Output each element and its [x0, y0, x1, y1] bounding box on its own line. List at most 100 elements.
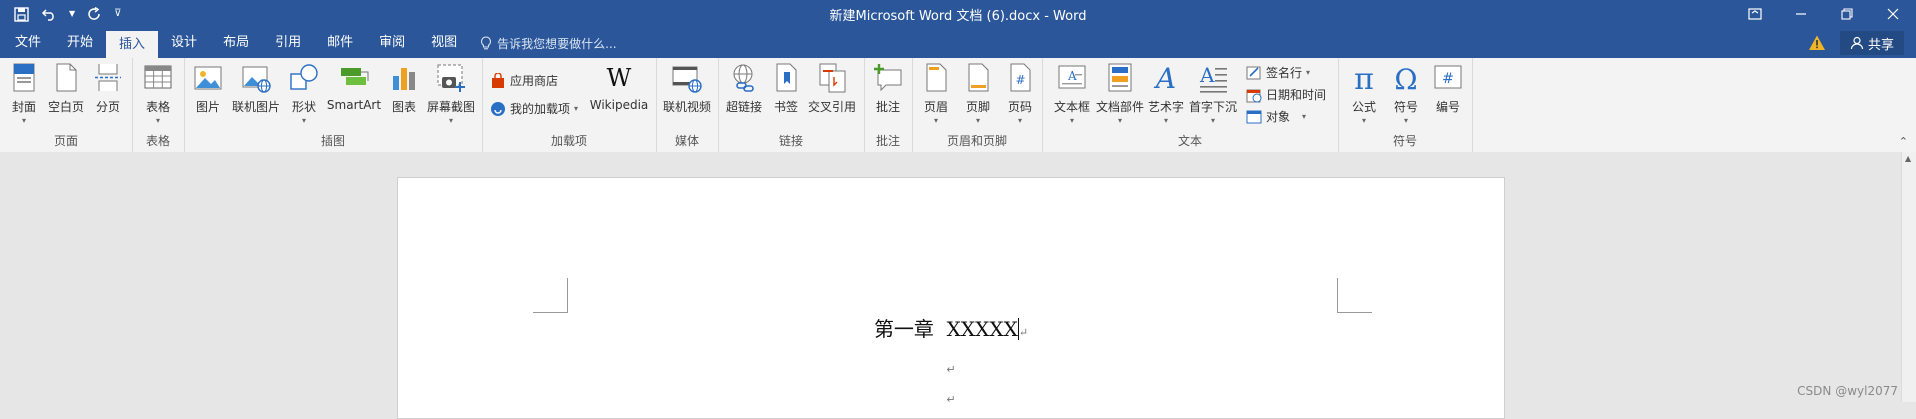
cross-reference-icon [819, 63, 846, 93]
shapes-button[interactable]: 形状 ▾ [288, 62, 320, 128]
quick-parts-icon [1108, 63, 1132, 92]
number-icon: # [1434, 65, 1462, 89]
svg-text:A: A [1199, 63, 1215, 87]
screenshot-button[interactable]: 屏幕截图 ▾ [424, 62, 478, 128]
quick-parts-button[interactable]: 文档部件 ▾ [1096, 62, 1144, 128]
chevron-down-icon: ▾ [1210, 116, 1215, 125]
chevron-down-icon: ▾ [574, 104, 579, 113]
group-label-header-footer: 页眉和页脚 [946, 134, 1007, 148]
svg-text:A: A [1153, 62, 1176, 94]
document-area: 第一章 XXXXX↵ ↵ ↵ ▲ CSDN @wyl2077 [0, 152, 1916, 419]
wordart-button[interactable]: A 艺术字 ▾ [1148, 62, 1184, 128]
document-page[interactable]: 第一章 XXXXX↵ ↵ ↵ [397, 177, 1505, 419]
table-button[interactable]: 表格 ▾ [140, 62, 176, 128]
online-picture-button[interactable]: 联机图片 [230, 62, 282, 128]
picture-icon [194, 66, 222, 90]
chevron-down-icon: ▾ [21, 116, 26, 125]
cover-page-icon [13, 63, 35, 92]
wordart-icon: A [1153, 62, 1176, 94]
symbol-button[interactable]: Ω 符号 ▾ [1390, 62, 1422, 128]
ribbon-tab-bar: 文件 开始 插入 设计 布局 引用 邮件 审阅 视图 告诉我您想要做什么... … [0, 28, 1916, 58]
title-bar: ▼ ⊽ 新建Microsoft Word 文档 (6).docx - Word [0, 0, 1916, 28]
group-illustrations: 图片 联机图片 形状 ▾ SmartArt 图表 屏幕截图 ▾ 插图 [184, 58, 483, 152]
restore-icon[interactable] [1824, 0, 1870, 28]
group-label-pages: 页面 [53, 134, 78, 148]
svg-text:#: # [1442, 71, 1454, 87]
svg-text:π: π [1354, 62, 1374, 94]
close-icon[interactable] [1870, 0, 1916, 28]
tab-insert[interactable]: 插入 [106, 31, 159, 58]
my-addins-button[interactable]: 我的加载项 ▾ [490, 100, 578, 117]
svg-text:W: W [607, 64, 632, 92]
equation-icon: π [1354, 62, 1374, 94]
cross-reference-button[interactable]: 交叉引用 [806, 62, 858, 128]
textbox-button[interactable]: A 文本框 ▾ [1054, 62, 1090, 128]
number-button[interactable]: # 编号 [1432, 62, 1464, 128]
online-video-button[interactable]: 联机视频 [661, 62, 713, 128]
smartart-icon [341, 68, 369, 85]
share-button[interactable]: 共享 [1839, 31, 1904, 55]
equation-button[interactable]: π 公式 ▾ [1348, 62, 1380, 128]
tab-review[interactable]: 审阅 [366, 28, 418, 58]
minimize-icon[interactable] [1778, 0, 1824, 28]
warning-icon[interactable] [1808, 34, 1826, 52]
paragraph-mark: ↵ [946, 393, 956, 406]
group-media: 联机视频 媒体 [656, 58, 719, 152]
hyperlink-button[interactable]: 超链接 [724, 62, 764, 128]
header-button[interactable]: 页眉 ▾ [920, 62, 952, 128]
smartart-button[interactable]: SmartArt [326, 62, 382, 128]
online-video-icon [672, 66, 702, 93]
page-break-button[interactable]: 分页 [92, 62, 124, 128]
window-title: 新建Microsoft Word 文档 (6).docx - Word [829, 9, 1087, 24]
scroll-up-icon[interactable]: ▲ [1905, 154, 1911, 163]
blank-page-icon [56, 63, 77, 92]
tell-me-box[interactable]: 告诉我您想要做什么... [480, 28, 617, 58]
group-addins: 应用商店 我的加载项 ▾ W Wikipedia 加载项 [482, 58, 657, 152]
picture-button[interactable]: 图片 [192, 62, 224, 128]
shapes-icon [290, 64, 318, 90]
tab-file[interactable]: 文件 [0, 28, 54, 58]
signature-line-button[interactable]: 签名行 ▾ [1246, 64, 1310, 81]
group-label-media: 媒体 [674, 134, 699, 148]
tab-view[interactable]: 视图 [418, 28, 470, 58]
paragraph-mark: ↵ [946, 363, 956, 376]
watermark: CSDN @wyl2077 [1797, 384, 1898, 398]
wikipedia-button[interactable]: W Wikipedia [588, 62, 650, 128]
group-comments: 批注 批注 [864, 58, 913, 152]
footer-button[interactable]: 页脚 ▾ [962, 62, 994, 128]
omega-icon: Ω [1394, 63, 1417, 94]
table-icon [144, 65, 172, 89]
blank-page-button[interactable]: 空白页 [46, 62, 86, 128]
chapter-heading[interactable]: 第一章 XXXXX↵ [398, 313, 1504, 342]
tab-references[interactable]: 引用 [262, 28, 314, 58]
object-button[interactable]: 对象 ▾ [1246, 108, 1306, 125]
margin-corner-right [1337, 278, 1372, 313]
chart-button[interactable]: 图表 [388, 62, 420, 128]
store-button[interactable]: 应用商店 [490, 72, 558, 89]
page-number-button[interactable]: # 页码 ▾ [1004, 62, 1036, 128]
cover-page-button[interactable]: 封面 ▾ [8, 62, 40, 128]
wikipedia-icon: W [607, 64, 632, 92]
screenshot-icon [437, 64, 465, 92]
vertical-scrollbar[interactable]: ▲ [1901, 152, 1916, 402]
chevron-down-icon: ▾ [1117, 116, 1122, 125]
bookmark-button[interactable]: 书签 [770, 62, 802, 128]
tab-design[interactable]: 设计 [158, 28, 210, 58]
ribbon-display-options-icon[interactable] [1732, 0, 1778, 28]
chevron-down-icon: ▾ [1069, 116, 1074, 125]
comment-button[interactable]: 批注 [872, 62, 904, 128]
drop-cap-button[interactable]: A 首字下沉 ▾ [1188, 62, 1238, 128]
tab-layout[interactable]: 布局 [210, 28, 262, 58]
date-time-button[interactable]: 日期和时间 [1246, 86, 1326, 103]
group-label-illustrations: 插图 [320, 134, 345, 148]
group-tables: 表格 ▾ 表格 [132, 58, 185, 152]
footer-icon [968, 63, 989, 92]
group-header-footer: 页眉 ▾ 页脚 ▾ # 页码 ▾ 页眉和页脚 [912, 58, 1043, 152]
heading-text: 第一章 XXXXX [873, 317, 1018, 341]
collapse-ribbon-icon[interactable]: ⌃ [1899, 135, 1908, 148]
online-picture-icon [242, 66, 271, 93]
chart-icon [393, 68, 415, 90]
signature-icon [1246, 66, 1261, 79]
tab-mailings[interactable]: 邮件 [314, 28, 366, 58]
tab-home[interactable]: 开始 [54, 28, 106, 58]
